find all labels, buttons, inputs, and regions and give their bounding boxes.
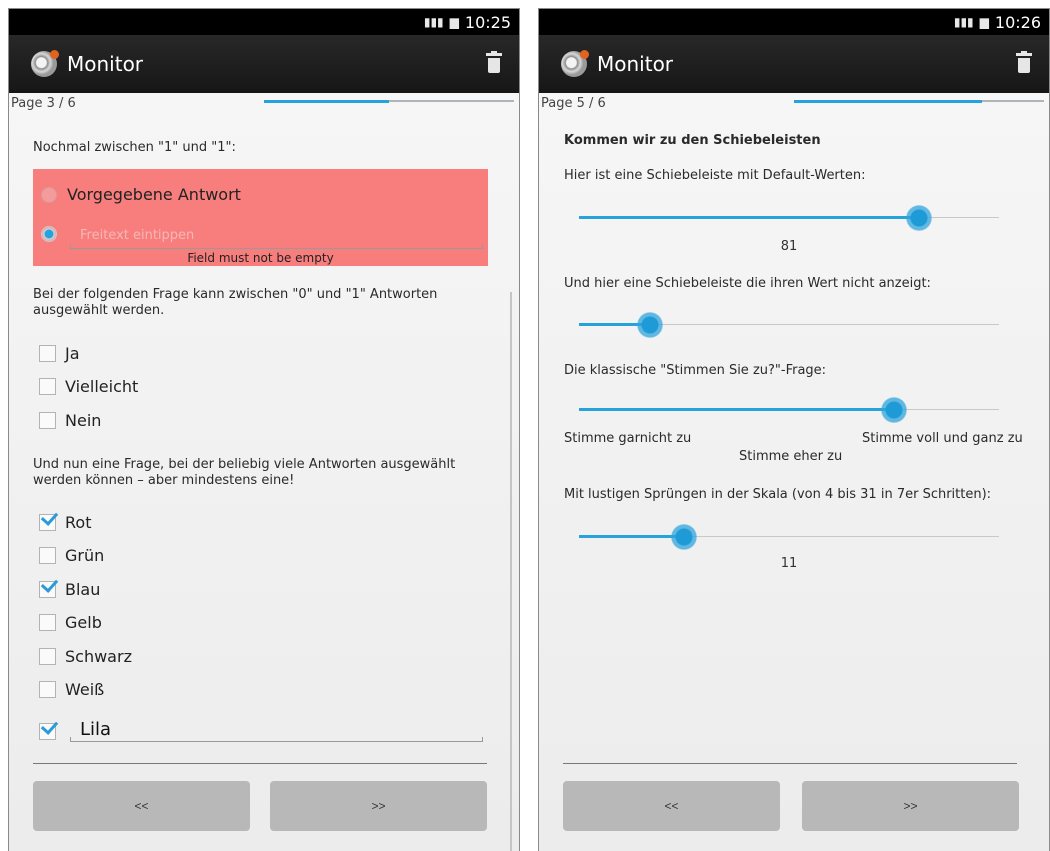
page-progress-track [794, 99, 1044, 103]
slider-thumb[interactable] [671, 524, 697, 550]
status-time: 10:25 [464, 12, 511, 32]
slider-fill [579, 535, 684, 538]
checkbox[interactable] [39, 412, 56, 429]
page-progress-fill [794, 99, 982, 103]
question-text: Bei der folgenden Frage kann zwischen "0… [33, 287, 438, 318]
phone-screen-page-3: ▮▮▮ ▆ 10:25 Monitor Page 3 / 6 Nochmal z… [8, 8, 520, 851]
checkbox[interactable] [39, 345, 56, 362]
question-text: Die klassische "Stimmen Sie zu?"-Frage: [564, 363, 827, 378]
checkbox-label: Grün [65, 546, 105, 565]
page-indicator: Page 5 / 6 [539, 93, 1049, 113]
radio-label: Vorgegebene Antwort [67, 185, 241, 204]
battery-icon: ▆ [979, 15, 989, 29]
checkbox-label: Blau [65, 580, 101, 599]
checkbox-label: Rot [65, 513, 92, 532]
checkbox-option-freetext[interactable] [39, 723, 65, 740]
page-progress-track [264, 99, 514, 103]
page-label: Page 3 / 6 [11, 96, 76, 111]
freetext-value: Lila [80, 719, 112, 740]
checkbox-option[interactable]: Weiß [39, 680, 104, 699]
checkbox-option[interactable]: Schwarz [39, 647, 132, 666]
scrollbar[interactable] [510, 292, 512, 851]
error-answer-box: Vorgegebene Antwort Freitext eintippen F… [33, 169, 488, 266]
radio-option-freetext[interactable] [41, 226, 67, 242]
checkbox-option[interactable]: Vielleicht [39, 377, 138, 396]
signal-icon: ▮▮▮ [953, 15, 974, 29]
question-text: Und nun eine Frage, bei der beliebig vie… [33, 457, 456, 488]
checkbox-option[interactable]: Nein [39, 411, 101, 430]
slider-thumb[interactable] [637, 312, 664, 338]
checkbox-option[interactable]: Gelb [39, 613, 102, 632]
checkbox[interactable] [39, 681, 56, 698]
scale-label-mid: Stimme eher zu [739, 449, 843, 464]
action-bar: Monitor [9, 35, 519, 93]
page-label: Page 5 / 6 [541, 96, 606, 111]
checkbox-label: Gelb [65, 613, 102, 632]
checkbox-label: Nein [65, 411, 102, 430]
checkbox-checked[interactable] [39, 723, 56, 740]
checkbox-option[interactable]: Blau [39, 580, 100, 599]
freetext-placeholder: Freitext eintippen [80, 228, 195, 243]
checkbox-option[interactable]: Grün [39, 546, 104, 565]
checkbox-option[interactable]: Rot [39, 513, 91, 532]
signal-icon: ▮▮▮ [423, 15, 444, 29]
error-message: Field must not be empty [187, 251, 334, 265]
radio-button[interactable] [41, 186, 57, 203]
slider-value: 11 [780, 556, 798, 571]
checkbox-label: Ja [65, 344, 80, 363]
status-time: 10:26 [994, 12, 1041, 32]
divider [563, 763, 1017, 764]
slider-fill [579, 408, 894, 411]
question-text: Mit lustigen Sprüngen in der Skala (von … [564, 487, 992, 502]
status-bar: ▮▮▮ ▆ 10:26 [539, 9, 1049, 35]
slider-value: 81 [780, 239, 798, 254]
next-page-button[interactable]: >> [802, 781, 1019, 831]
checkbox[interactable] [39, 614, 56, 631]
radio-button-selected[interactable] [41, 226, 57, 242]
checkbox[interactable] [39, 547, 56, 564]
checkbox-checked[interactable] [39, 581, 56, 598]
slider-hidden-value[interactable] [579, 310, 999, 340]
question-text: Und hier eine Schiebeleiste die ihren We… [564, 276, 931, 291]
trash-icon[interactable] [486, 51, 502, 73]
previous-page-button[interactable]: << [563, 781, 780, 831]
checkbox-label: Weiß [65, 680, 105, 699]
trash-icon[interactable] [1016, 51, 1032, 73]
scale-label-high: Stimme voll und ganz zu [862, 431, 1023, 446]
next-page-button[interactable]: >> [270, 781, 487, 831]
app-logo-icon[interactable] [561, 50, 589, 77]
question-text: Hier ist eine Schiebeleiste mit Default-… [564, 168, 866, 183]
radio-option-predefined[interactable]: Vorgegebene Antwort [41, 185, 241, 204]
page-progress-fill [264, 99, 389, 103]
checkbox[interactable] [39, 648, 56, 665]
app-title: Monitor [67, 52, 144, 76]
checkbox-label: Schwarz [65, 647, 132, 666]
section-heading: Kommen wir zu den Schiebeleisten [564, 133, 821, 148]
status-bar: ▮▮▮ ▆ 10:25 [9, 9, 519, 35]
slider-agreement[interactable] [579, 395, 999, 425]
slider-thumb[interactable] [906, 205, 933, 231]
checkbox-checked[interactable] [39, 514, 56, 531]
app-title: Monitor [597, 52, 674, 76]
phone-screen-page-5: ▮▮▮ ▆ 10:26 Monitor Page 5 / 6 Kommen wi… [538, 8, 1050, 851]
question-text: Nochmal zwischen "1" und "1": [33, 140, 236, 155]
app-logo-icon[interactable] [31, 50, 59, 77]
scale-label-low: Stimme garnicht zu [564, 431, 692, 446]
slider-fill [579, 216, 920, 219]
slider-steps[interactable] [579, 522, 999, 552]
divider [33, 763, 487, 764]
previous-page-button[interactable]: << [33, 781, 250, 831]
checkbox[interactable] [39, 378, 56, 395]
slider-thumb[interactable] [881, 397, 907, 423]
freetext-input[interactable]: Lila [70, 715, 483, 742]
slider-default[interactable] [579, 203, 999, 233]
freetext-input[interactable]: Freitext eintippen [70, 221, 483, 249]
page-indicator: Page 3 / 6 [9, 93, 519, 113]
checkbox-option[interactable]: Ja [39, 344, 80, 363]
battery-icon: ▆ [449, 15, 459, 29]
checkbox-label: Vielleicht [65, 377, 139, 396]
action-bar: Monitor [539, 35, 1049, 93]
